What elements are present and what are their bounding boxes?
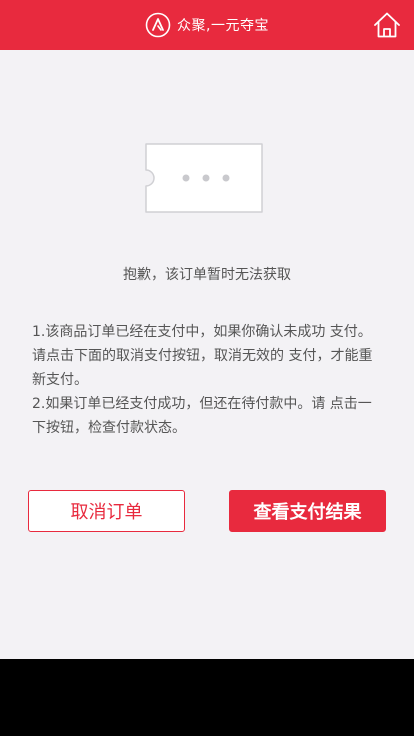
cancel-order-button[interactable]: 取消订单 xyxy=(28,490,185,532)
instructions: 1.该商品订单已经在支付中，如果你确认未成功 支付。请点击下面的取消支付按钮，取… xyxy=(32,320,382,440)
ticket-icon xyxy=(144,142,264,214)
page: 众聚,一元夺宝 抱歉，该订单暂时无法获取 1.该商品订单已经在支付中，如果你确认… xyxy=(0,0,414,659)
brand-title: 众聚,一元夺宝 xyxy=(177,18,269,34)
brand-logo-icon xyxy=(145,12,171,38)
header-bar: 众聚,一元夺宝 xyxy=(0,0,414,50)
brand: 众聚,一元夺宝 xyxy=(0,0,414,50)
bottom-blank-area xyxy=(0,659,414,736)
home-icon xyxy=(372,12,402,44)
instruction-item: 1.该商品订单已经在支付中，如果你确认未成功 支付。请点击下面的取消支付按钮，取… xyxy=(32,324,373,388)
instruction-item: 2.如果订单已经支付成功，但还在待付款中。请 点击一下按钮，检查付款状态。 xyxy=(32,396,372,436)
error-message: 抱歉，该订单暂时无法获取 xyxy=(123,267,291,283)
check-payment-result-button[interactable]: 查看支付结果 xyxy=(229,490,386,532)
home-button[interactable] xyxy=(372,10,402,40)
